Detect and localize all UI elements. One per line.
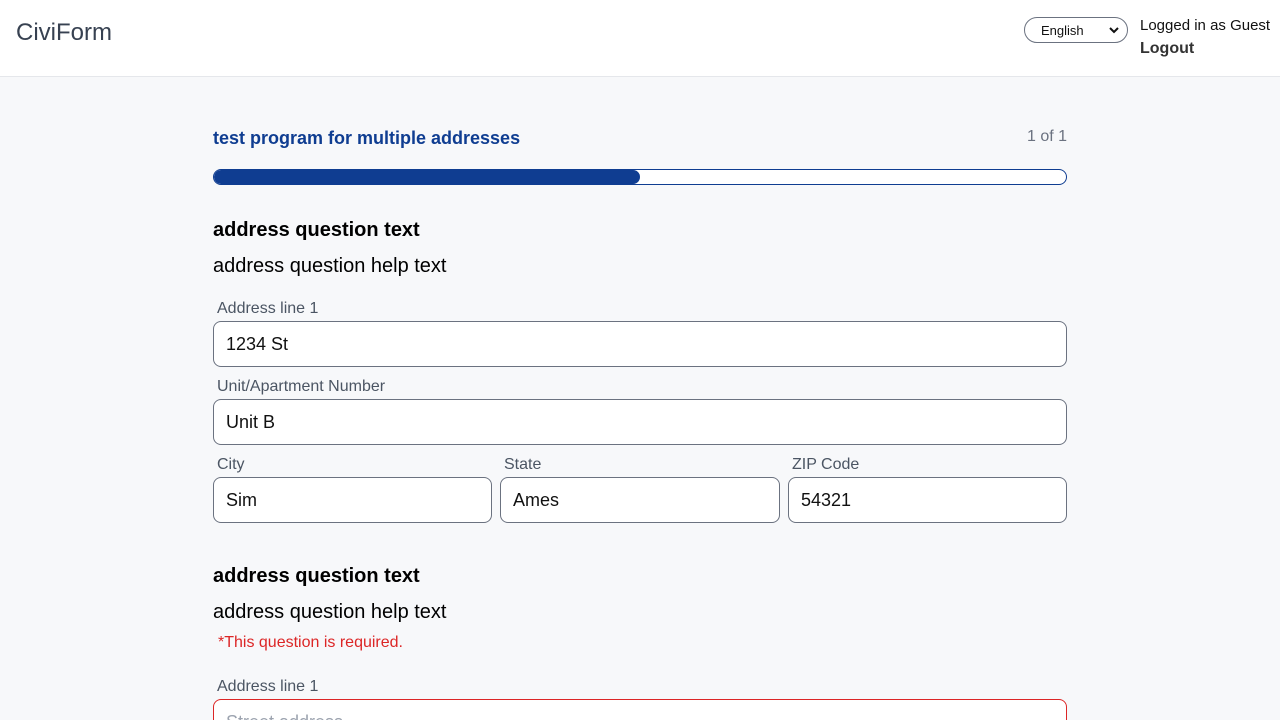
language-select[interactable]: English: [1024, 17, 1128, 43]
progress-bar: [213, 169, 1067, 185]
address-line-1-value: 1234 St: [226, 333, 289, 354]
unit-input[interactable]: Unit B: [213, 399, 1067, 445]
address-line-1-label: Address line 1: [217, 678, 319, 695]
city-label: City: [217, 456, 245, 473]
city-value: Sim: [226, 489, 257, 510]
question-text: address question text: [213, 565, 420, 587]
user-status: Logged in as Guest: [1140, 17, 1271, 34]
progress-bar-fill: [214, 170, 640, 184]
chevron-down-icon: [1109, 27, 1119, 34]
unit-value: Unit B: [226, 411, 276, 432]
zip-input[interactable]: 54321: [788, 477, 1067, 523]
address-line-1-label: Address line 1: [217, 300, 319, 317]
site-header: CiviForm English Logged in as Guest Logo…: [0, 0, 1280, 77]
program-title: test program for multiple addresses: [213, 128, 521, 148]
civiform-logo[interactable]: CiviForm: [16, 19, 112, 47]
state-label: State: [504, 456, 542, 473]
question-text: address question text: [213, 219, 420, 241]
block-count: 1 of 1: [1026, 128, 1067, 145]
question-help-text: address question help text: [213, 255, 447, 277]
address-line-1-input[interactable]: 1234 St: [213, 321, 1067, 367]
address-line-1-placeholder: Street address: [226, 712, 343, 720]
required-error-message: *This question is required.: [218, 634, 403, 651]
logout-link[interactable]: Logout: [1140, 40, 1194, 58]
zip-label: ZIP Code: [792, 456, 860, 473]
question-help-text: address question help text: [213, 601, 447, 623]
state-value: Ames: [513, 489, 560, 510]
language-select-value: English: [1041, 22, 1084, 38]
city-input[interactable]: Sim: [213, 477, 492, 523]
address-line-1-input[interactable]: Street address: [213, 699, 1067, 720]
zip-value: 54321: [801, 489, 852, 510]
state-input[interactable]: Ames: [500, 477, 780, 523]
unit-label: Unit/Apartment Number: [217, 378, 386, 395]
